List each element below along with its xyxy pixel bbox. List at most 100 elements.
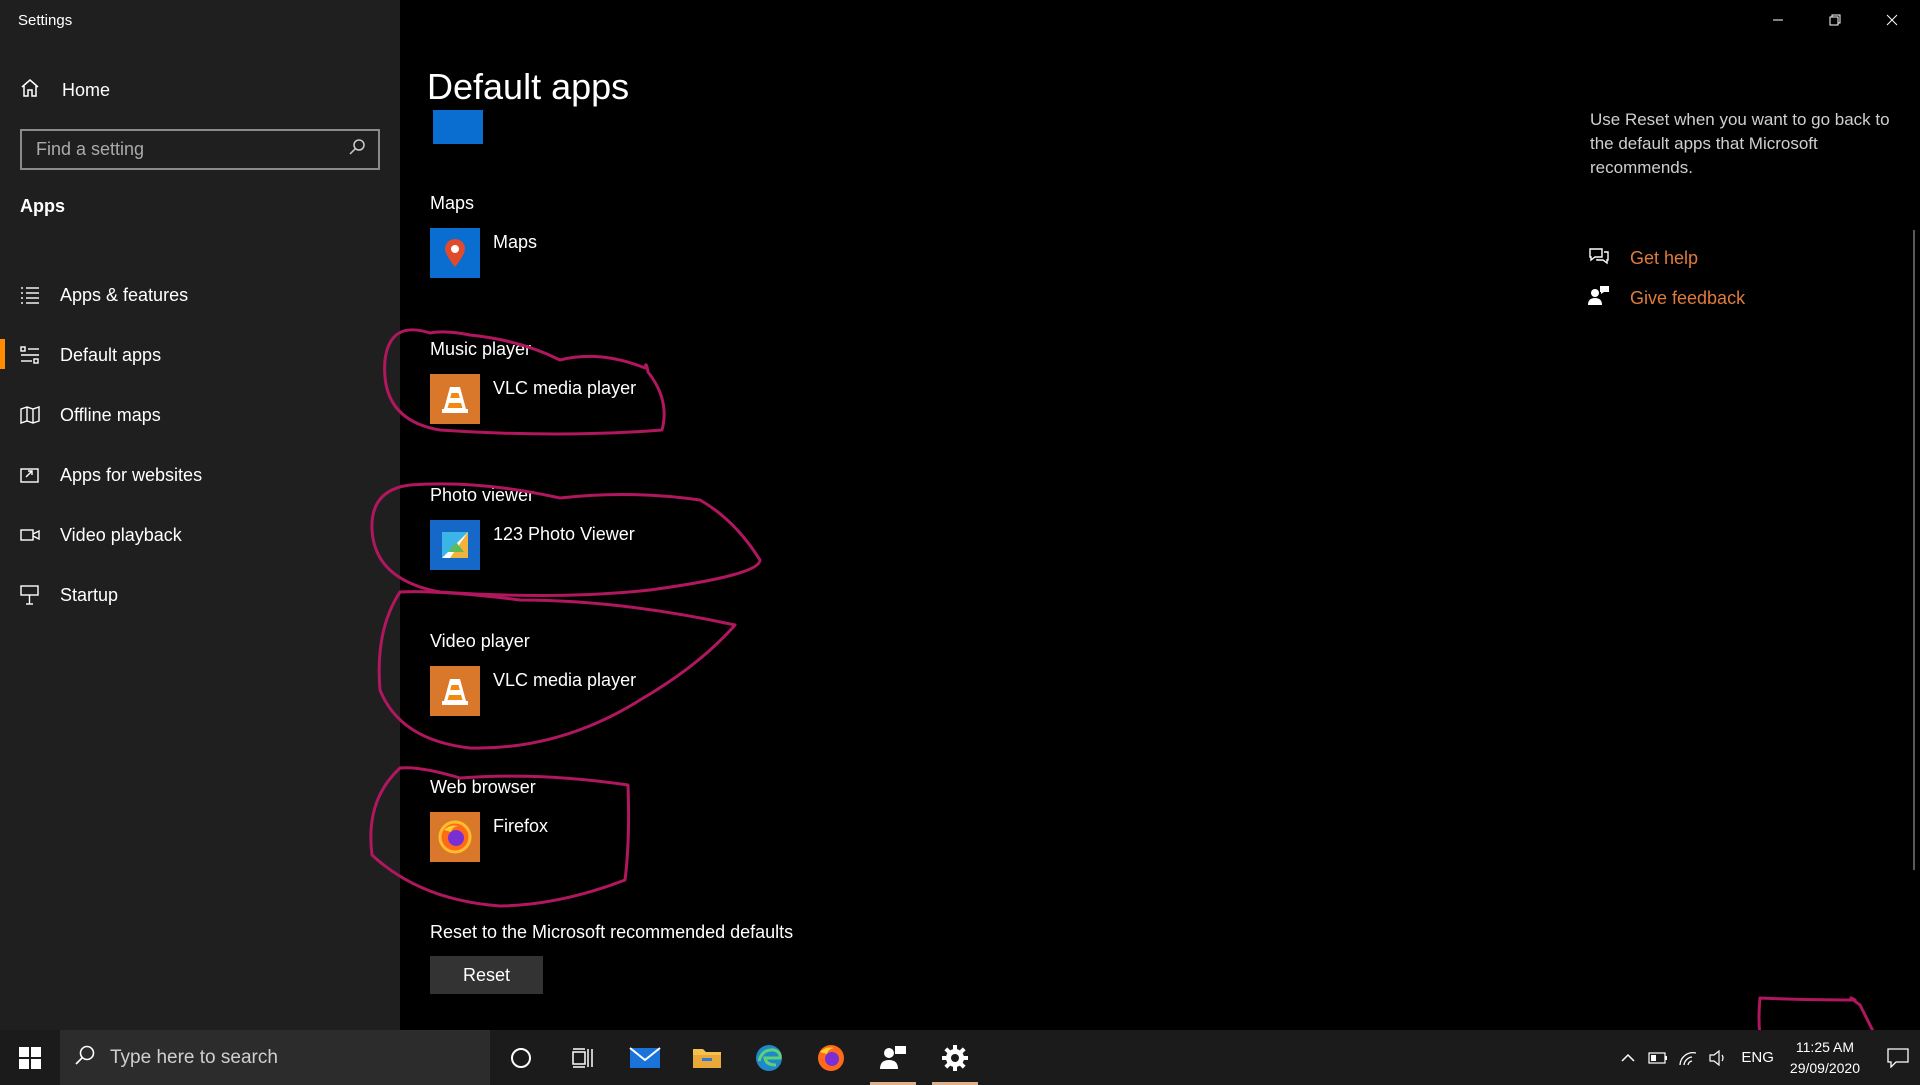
help-chat-icon bbox=[1588, 246, 1610, 271]
task-view-icon bbox=[572, 1047, 593, 1068]
show-hidden-icons-button[interactable] bbox=[1613, 1053, 1643, 1063]
settings-sidebar: Settings Home Find a setting Apps Apps &… bbox=[0, 0, 400, 1030]
default-apps-icon bbox=[20, 345, 40, 365]
chevron-up-icon bbox=[1621, 1053, 1635, 1062]
minimize-button[interactable] bbox=[1749, 0, 1806, 40]
app-name: Firefox bbox=[493, 816, 549, 836]
sidebar-item-apps-features[interactable]: Apps & features bbox=[0, 265, 400, 325]
cortana-button[interactable] bbox=[490, 1030, 552, 1085]
edge-icon bbox=[756, 1044, 782, 1071]
map-icon bbox=[20, 405, 40, 425]
sidebar-item-label: Apps & features bbox=[60, 284, 189, 305]
taskbar-apps bbox=[490, 1030, 986, 1085]
firefox-icon bbox=[430, 812, 480, 862]
vlc-icon bbox=[430, 666, 480, 716]
category-label: Photo viewer bbox=[430, 485, 535, 505]
category-video-player: Video player VLC media player bbox=[430, 631, 636, 716]
app-picker-browser[interactable]: Firefox bbox=[430, 812, 548, 862]
wifi-icon bbox=[1679, 1051, 1697, 1065]
app-picker-maps[interactable]: Maps bbox=[430, 228, 537, 278]
get-help-link[interactable]: Get help bbox=[1588, 246, 1698, 271]
find-setting-placeholder: Find a setting bbox=[36, 139, 145, 159]
gear-icon bbox=[942, 1044, 968, 1071]
firefox-taskbar-button[interactable] bbox=[800, 1030, 862, 1085]
people-icon bbox=[880, 1045, 906, 1069]
sidebar-item-apps-for-websites[interactable]: Apps for websites bbox=[0, 445, 400, 505]
edge-taskbar-button[interactable] bbox=[738, 1030, 800, 1085]
taskbar-clock[interactable]: 11:25 AM 29/09/2020 bbox=[1790, 1037, 1860, 1079]
feedback-icon bbox=[1588, 285, 1610, 312]
category-label: Web browser bbox=[430, 777, 536, 797]
startup-icon bbox=[20, 585, 40, 605]
search-icon bbox=[348, 138, 366, 161]
find-setting-input[interactable]: Find a setting bbox=[20, 129, 380, 170]
reset-label: Reset to the Microsoft recommended defau… bbox=[430, 922, 794, 942]
search-icon bbox=[74, 1044, 96, 1072]
windows-logo-icon bbox=[19, 1046, 41, 1069]
taskbar-search-placeholder: Type here to search bbox=[110, 1046, 278, 1068]
window-controls bbox=[1749, 0, 1920, 40]
sidebar-item-label: Video playback bbox=[60, 524, 182, 545]
language-indicator[interactable]: ENG bbox=[1741, 1049, 1774, 1066]
app-name: VLC media player bbox=[493, 670, 637, 690]
file-explorer-button[interactable] bbox=[676, 1030, 738, 1085]
sidebar-item-default-apps[interactable]: Default apps bbox=[0, 325, 400, 385]
sidebar-item-label: Apps for websites bbox=[60, 464, 203, 485]
home-icon bbox=[20, 78, 40, 103]
cortana-icon bbox=[511, 1047, 531, 1068]
action-center-button[interactable] bbox=[1876, 1047, 1920, 1068]
give-feedback-link[interactable]: Give feedback bbox=[1588, 285, 1745, 312]
category-web-browser: Web browser Firefox bbox=[430, 777, 548, 862]
notification-icon bbox=[1887, 1047, 1909, 1068]
reset-button[interactable]: Reset bbox=[430, 956, 543, 994]
category-photo-viewer: Photo viewer 123 Photo Viewer bbox=[430, 485, 635, 570]
reset-description: Use Reset when you want to go back to th… bbox=[1590, 110, 1890, 177]
battery-button[interactable] bbox=[1643, 1051, 1673, 1064]
page-title: Default apps bbox=[427, 66, 630, 107]
battery-icon bbox=[1648, 1051, 1668, 1064]
app-name: VLC media player bbox=[493, 378, 637, 398]
scrollbar[interactable] bbox=[1913, 230, 1915, 870]
sidebar-item-video-playback[interactable]: Video playback bbox=[0, 505, 400, 565]
get-help-label: Get help bbox=[1630, 248, 1699, 268]
settings-taskbar-button[interactable] bbox=[924, 1030, 986, 1085]
vlc-icon bbox=[430, 374, 480, 424]
email-app-tile bbox=[433, 110, 483, 144]
restore-button[interactable] bbox=[1806, 0, 1863, 40]
list-icon bbox=[20, 285, 40, 305]
taskbar-search-box[interactable]: Type here to search bbox=[60, 1030, 490, 1085]
app-name: 123 Photo Viewer bbox=[493, 524, 635, 544]
video-icon bbox=[20, 525, 40, 545]
sidebar-item-label: Startup bbox=[60, 584, 119, 605]
sidebar-home[interactable]: Home bbox=[20, 78, 110, 103]
clock-date: 29/09/2020 bbox=[1789, 1059, 1860, 1076]
window-title: Settings bbox=[18, 12, 73, 29]
task-view-button[interactable] bbox=[552, 1030, 614, 1085]
category-music-player: Music player VLC media player bbox=[430, 339, 636, 424]
clock-time: 11:25 AM bbox=[1795, 1038, 1855, 1055]
app-picker-photo[interactable]: 123 Photo Viewer bbox=[430, 520, 635, 570]
sidebar-item-label: Default apps bbox=[60, 344, 162, 365]
app-picker-music[interactable]: VLC media player bbox=[430, 374, 636, 424]
mail-icon bbox=[629, 1046, 661, 1068]
app-picker-video[interactable]: VLC media player bbox=[430, 666, 636, 716]
people-taskbar-button[interactable] bbox=[862, 1030, 924, 1085]
volume-button[interactable] bbox=[1703, 1049, 1733, 1066]
category-label: Video player bbox=[430, 631, 530, 651]
sidebar-item-startup[interactable]: Startup bbox=[0, 565, 400, 625]
sidebar-item-offline-maps[interactable]: Offline maps bbox=[0, 385, 400, 445]
taskbar: Type here to search ENG 11:25 AM 29/09/2… bbox=[0, 1030, 1920, 1085]
mail-taskbar-button[interactable] bbox=[614, 1030, 676, 1085]
external-link-icon bbox=[20, 465, 40, 485]
category-label: Music player bbox=[430, 339, 532, 359]
sidebar-section-title: Apps bbox=[20, 196, 65, 216]
category-label: Maps bbox=[430, 193, 475, 213]
speaker-icon bbox=[1709, 1049, 1725, 1066]
sidebar-nav: Apps & features Default apps Offline map… bbox=[0, 265, 400, 625]
network-button[interactable] bbox=[1673, 1050, 1703, 1066]
app-name: Maps bbox=[493, 232, 538, 252]
firefox-icon bbox=[818, 1044, 844, 1071]
close-button[interactable] bbox=[1863, 0, 1920, 40]
start-button[interactable] bbox=[0, 1030, 60, 1085]
give-feedback-label: Give feedback bbox=[1630, 288, 1746, 308]
